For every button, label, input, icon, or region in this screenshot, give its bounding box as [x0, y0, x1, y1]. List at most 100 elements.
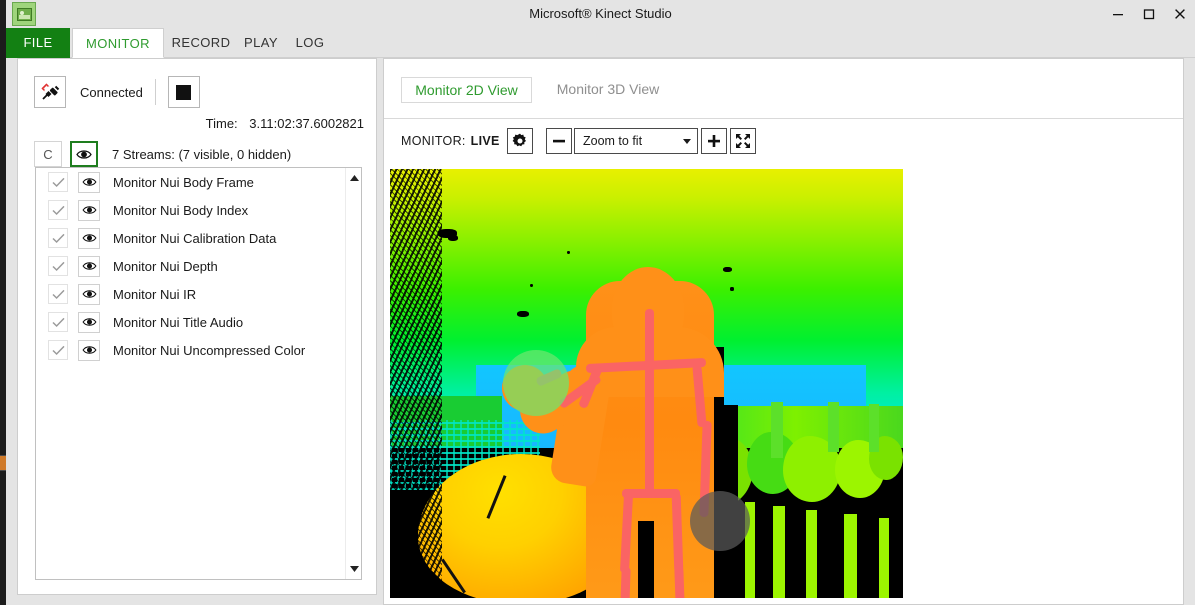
connection-row: Connected	[34, 76, 200, 108]
stream-visibility-button[interactable]	[78, 311, 100, 333]
stream-checkbox[interactable]	[48, 340, 68, 360]
eye-icon	[81, 346, 97, 354]
chevron-down-icon	[683, 138, 691, 144]
stream-name-label: Monitor Nui Body Index	[113, 202, 249, 218]
maximize-button[interactable]	[1133, 0, 1164, 28]
hand-state-left-indicator	[503, 350, 569, 416]
eye-icon	[81, 178, 97, 186]
stream-checkbox[interactable]	[48, 256, 68, 276]
toolbar-divider	[154, 79, 156, 105]
zoom-level-value: Zoom to fit	[583, 134, 643, 148]
stream-visibility-button[interactable]	[78, 339, 100, 361]
monitor-view-panel: Monitor 2D View Monitor 3D View MONITOR:…	[383, 58, 1184, 605]
monitor-mode-value: LIVE	[470, 134, 500, 148]
list-item[interactable]: Monitor Nui Depth	[36, 252, 361, 280]
stream-visibility-button[interactable]	[78, 227, 100, 249]
view-tab-bar: Monitor 2D View Monitor 3D View	[384, 59, 1183, 119]
eye-icon	[81, 290, 97, 298]
stream-checkbox[interactable]	[48, 172, 68, 192]
depth-chair-rail	[869, 404, 879, 452]
list-item[interactable]: Monitor Nui Body Index	[36, 196, 361, 224]
stream-list[interactable]: Monitor Nui Body Frame Monitor Nui Body …	[35, 167, 362, 580]
stream-checkbox[interactable]	[48, 228, 68, 248]
depth-chair-leg	[844, 514, 857, 598]
time-row: Time: 3.11:02:37.6002821	[206, 116, 364, 131]
zoom-in-button[interactable]	[701, 128, 727, 154]
depth-noise-blob	[530, 284, 533, 287]
stream-name-label: Monitor Nui Body Frame	[113, 174, 254, 190]
app-icon-glyph	[16, 7, 32, 21]
depth-chair-leg	[806, 510, 817, 598]
depth-noise-blob	[730, 287, 734, 291]
tab-monitor[interactable]: MONITOR	[72, 28, 164, 58]
tab-play[interactable]: PLAY	[236, 28, 286, 58]
stream-checkbox[interactable]	[48, 312, 68, 332]
list-item[interactable]: Monitor Nui Uncompressed Color	[36, 336, 361, 364]
eye-icon	[81, 206, 97, 214]
tab-monitor-2d-view[interactable]: Monitor 2D View	[401, 77, 532, 103]
eye-icon	[76, 149, 92, 159]
monitor-label-text: MONITOR:	[401, 134, 466, 148]
list-item[interactable]: Monitor Nui IR	[36, 280, 361, 308]
skeleton-bone-neck	[645, 309, 654, 331]
depth-noise-blob	[448, 235, 458, 241]
depth-chair-leg	[773, 506, 785, 598]
skeleton-bone-shin-right	[674, 566, 685, 598]
stream-checkbox[interactable]	[48, 284, 68, 304]
plus-icon	[708, 135, 720, 147]
main-content-area: Connected Time: 3.11:02:37.6002821 C 7 S…	[6, 58, 1195, 605]
depth-noise-blob	[567, 251, 570, 254]
scroll-down-arrow-icon[interactable]	[346, 561, 361, 577]
stop-button[interactable]	[167, 76, 200, 108]
list-item[interactable]: Monitor Nui Title Audio	[36, 308, 361, 336]
clear-streams-button[interactable]: C	[34, 141, 62, 167]
tab-file[interactable]: FILE	[6, 28, 70, 58]
stream-visibility-button[interactable]	[78, 255, 100, 277]
stream-visibility-button[interactable]	[78, 199, 100, 221]
depth-noise-blob	[517, 311, 529, 317]
depth-chair-leg	[879, 518, 889, 598]
list-item[interactable]: Monitor Nui Calibration Data	[36, 224, 361, 252]
gear-icon	[512, 133, 526, 147]
depth-stream-image[interactable]	[390, 169, 903, 598]
depth-person-leg-gap	[638, 521, 654, 598]
zoom-level-select[interactable]: Zoom to fit	[574, 128, 698, 154]
tab-record[interactable]: RECORD	[166, 28, 236, 58]
monitor-streams-panel: Connected Time: 3.11:02:37.6002821 C 7 S…	[17, 58, 377, 595]
close-button[interactable]	[1164, 0, 1195, 28]
stream-visibility-button[interactable]	[78, 171, 100, 193]
kinect-studio-icon[interactable]	[12, 2, 36, 26]
stream-name-label: Monitor Nui Calibration Data	[113, 230, 277, 246]
window-title: Microsoft® Kinect Studio	[529, 6, 672, 21]
eye-icon	[81, 318, 97, 326]
minimize-button[interactable]	[1102, 0, 1133, 28]
plug-connected-icon[interactable]	[34, 76, 66, 108]
stream-checkbox[interactable]	[48, 200, 68, 220]
streams-header-row: C 7 Streams: (7 visible, 0 hidden)	[34, 141, 291, 167]
window-controls	[1102, 0, 1195, 28]
monitor-mode-label: MONITOR: LIVE	[401, 134, 500, 148]
kinect-studio-window: Microsoft® Kinect Studio FILE MONITOR RE…	[0, 0, 1195, 605]
ribbon-tab-bar: FILE MONITOR RECORD PLAY LOG	[6, 28, 1195, 58]
tab-log[interactable]: LOG	[287, 28, 333, 58]
stream-list-scrollbar[interactable]	[345, 168, 361, 579]
title-bar: Microsoft® Kinect Studio	[6, 0, 1195, 28]
stream-visibility-button[interactable]	[78, 283, 100, 305]
skeleton-bone-shin-left	[620, 566, 631, 598]
hand-state-right-indicator	[690, 491, 750, 551]
skeleton-bone-spine	[645, 317, 654, 495]
expand-arrows-icon	[736, 134, 750, 148]
toggle-all-visibility-button[interactable]	[70, 141, 98, 167]
monitor-2d-viewport[interactable]	[384, 169, 1183, 604]
settings-button[interactable]	[507, 128, 533, 154]
scroll-up-arrow-icon[interactable]	[346, 170, 361, 186]
time-value: 3.11:02:37.6002821	[249, 116, 364, 131]
eye-icon	[81, 262, 97, 270]
stream-name-label: Monitor Nui Uncompressed Color	[113, 342, 306, 358]
list-item[interactable]: Monitor Nui Body Frame	[36, 168, 361, 196]
minus-icon	[553, 139, 565, 143]
tab-monitor-3d-view[interactable]: Monitor 3D View	[544, 77, 672, 103]
depth-chair-rail	[828, 402, 839, 452]
zoom-out-button[interactable]	[546, 128, 572, 154]
fullscreen-button[interactable]	[730, 128, 756, 154]
